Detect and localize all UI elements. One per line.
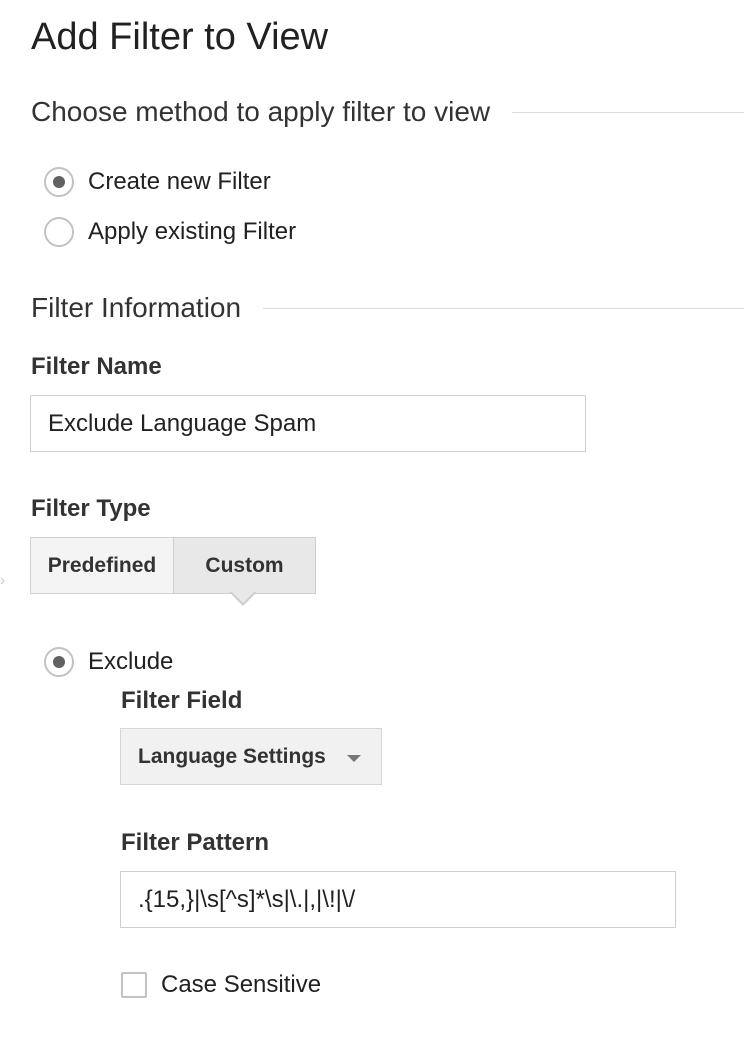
info-section-header: Filter Information bbox=[31, 291, 744, 325]
section-divider bbox=[512, 111, 744, 113]
filter-name-label: Filter Name bbox=[31, 353, 162, 380]
info-section-heading: Filter Information bbox=[31, 292, 242, 323]
radio-button-unselected[interactable] bbox=[44, 217, 74, 247]
radio-label-apply-existing-filter: Apply existing Filter bbox=[88, 218, 297, 245]
filter-field-selected: Language Settings bbox=[138, 744, 326, 768]
filter-pattern-input[interactable] bbox=[120, 871, 676, 928]
radio-label-create-new-filter: Create new Filter bbox=[88, 168, 271, 195]
filter-field-label: Filter Field bbox=[121, 687, 243, 714]
filter-field-dropdown[interactable]: Language Settings bbox=[120, 728, 382, 785]
case-sensitive-label: Case Sensitive bbox=[161, 971, 322, 998]
radio-button-selected[interactable] bbox=[44, 647, 74, 677]
filter-type-toggle: Predefined Custom bbox=[30, 537, 316, 594]
radio-label-exclude: Exclude bbox=[88, 648, 174, 675]
tab-predefined[interactable]: Predefined bbox=[30, 537, 173, 594]
tab-custom[interactable]: Custom bbox=[173, 537, 316, 594]
active-tab-pointer-fill bbox=[231, 591, 255, 603]
filter-type-label: Filter Type bbox=[31, 495, 151, 522]
case-sensitive-checkbox[interactable] bbox=[121, 972, 147, 998]
case-sensitive-checkbox-row[interactable]: Case Sensitive bbox=[121, 971, 321, 999]
method-section-heading: Choose method to apply filter to view bbox=[31, 96, 491, 127]
radio-create-new-filter[interactable]: Create new Filter bbox=[44, 165, 271, 199]
method-section-header: Choose method to apply filter to view bbox=[31, 95, 744, 129]
radio-apply-existing-filter[interactable]: Apply existing Filter bbox=[44, 215, 296, 249]
section-divider bbox=[263, 307, 744, 309]
radio-button-selected[interactable] bbox=[44, 167, 74, 197]
radio-exclude[interactable]: Exclude bbox=[44, 645, 173, 679]
filter-name-input[interactable] bbox=[30, 395, 586, 452]
page-title: Add Filter to View bbox=[31, 16, 329, 58]
caret-down-icon bbox=[347, 755, 361, 762]
chevron-right-icon: › bbox=[0, 572, 6, 589]
filter-pattern-label: Filter Pattern bbox=[121, 829, 270, 856]
